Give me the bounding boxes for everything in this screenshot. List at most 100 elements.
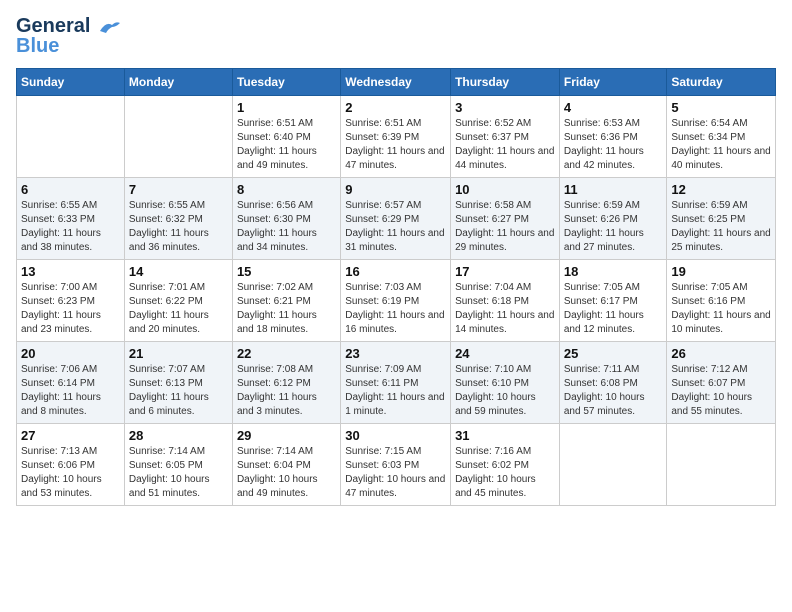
day-info: Sunrise: 7:12 AM Sunset: 6:07 PM Dayligh… xyxy=(671,363,771,419)
calendar-cell: 29 Sunrise: 7:14 AM Sunset: 6:04 PM Dayli… xyxy=(232,424,340,506)
day-info: Sunrise: 7:06 AM Sunset: 6:14 PM Dayligh… xyxy=(21,363,120,419)
day-number: 11 xyxy=(564,182,663,197)
calendar-cell: 1 Sunrise: 6:51 AM Sunset: 6:40 PM Daylig… xyxy=(232,96,340,178)
calendar-week-row: 27 Sunrise: 7:13 AM Sunset: 6:06 PM Dayli… xyxy=(17,424,776,506)
day-info: Sunrise: 6:51 AM Sunset: 6:40 PM Dayligh… xyxy=(237,117,336,173)
logo: General Blue xyxy=(16,16,120,56)
column-header-saturday: Saturday xyxy=(667,69,776,96)
calendar-cell: 22 Sunrise: 7:08 AM Sunset: 6:12 PM Dayli… xyxy=(232,342,340,424)
calendar-cell: 18Sunrise: 7:05 AM Sunset: 6:17 PM Dayli… xyxy=(559,260,667,342)
calendar-cell: 15 Sunrise: 7:02 AM Sunset: 6:21 PM Dayli… xyxy=(232,260,340,342)
day-info: Sunrise: 6:59 AM Sunset: 6:25 PM Dayligh… xyxy=(671,199,771,255)
day-number: 8 xyxy=(237,182,336,197)
calendar-cell: 27 Sunrise: 7:13 AM Sunset: 6:06 PM Dayli… xyxy=(17,424,125,506)
day-number: 28 xyxy=(129,428,228,443)
calendar-cell: 28 Sunrise: 7:14 AM Sunset: 6:05 PM Dayli… xyxy=(124,424,232,506)
day-info: Sunrise: 7:07 AM Sunset: 6:13 PM Dayligh… xyxy=(129,363,228,419)
day-info: Sunrise: 6:51 AM Sunset: 6:39 PM Dayligh… xyxy=(345,117,446,173)
day-info: Sunrise: 6:56 AM Sunset: 6:30 PM Dayligh… xyxy=(237,199,336,255)
day-info: Sunrise: 7:10 AM Sunset: 6:10 PM Dayligh… xyxy=(455,363,555,419)
day-info: Sunrise: 6:57 AM Sunset: 6:29 PM Dayligh… xyxy=(345,199,446,255)
day-number: 15 xyxy=(237,264,336,279)
day-info: Sunrise: 7:16 AM Sunset: 6:02 PM Dayligh… xyxy=(455,445,555,501)
day-number: 25 xyxy=(564,346,663,361)
day-number: 3 xyxy=(455,100,555,115)
day-number: 21 xyxy=(129,346,228,361)
day-info: Sunrise: 7:05 AM Sunset: 6:17 PM Dayligh… xyxy=(564,281,663,337)
day-number: 12 xyxy=(671,182,771,197)
calendar-week-row: 1 Sunrise: 6:51 AM Sunset: 6:40 PM Daylig… xyxy=(17,96,776,178)
day-info: Sunrise: 7:11 AM Sunset: 6:08 PM Dayligh… xyxy=(564,363,663,419)
column-header-sunday: Sunday xyxy=(17,69,125,96)
calendar-cell: 10 Sunrise: 6:58 AM Sunset: 6:27 PM Dayli… xyxy=(451,178,560,260)
day-info: Sunrise: 6:59 AM Sunset: 6:26 PM Dayligh… xyxy=(564,199,663,255)
day-info: Sunrise: 7:00 AM Sunset: 6:23 PM Dayligh… xyxy=(21,281,120,337)
calendar-table: SundayMondayTuesdayWednesdayThursdayFrid… xyxy=(16,68,776,506)
day-info: Sunrise: 6:53 AM Sunset: 6:36 PM Dayligh… xyxy=(564,117,663,173)
calendar-cell: 6 Sunrise: 6:55 AM Sunset: 6:33 PM Daylig… xyxy=(17,178,125,260)
day-info: Sunrise: 6:58 AM Sunset: 6:27 PM Dayligh… xyxy=(455,199,555,255)
calendar-cell: 11 Sunrise: 6:59 AM Sunset: 6:26 PM Dayli… xyxy=(559,178,667,260)
calendar-cell: 20 Sunrise: 7:06 AM Sunset: 6:14 PM Dayli… xyxy=(17,342,125,424)
logo-blue: Blue xyxy=(16,36,59,56)
day-number: 1 xyxy=(237,100,336,115)
calendar-cell: 12 Sunrise: 6:59 AM Sunset: 6:25 PM Dayli… xyxy=(667,178,776,260)
day-info: Sunrise: 7:03 AM Sunset: 6:19 PM Dayligh… xyxy=(345,281,446,337)
calendar-week-row: 13 Sunrise: 7:00 AM Sunset: 6:23 PM Dayli… xyxy=(17,260,776,342)
calendar-week-row: 20 Sunrise: 7:06 AM Sunset: 6:14 PM Dayli… xyxy=(17,342,776,424)
day-info: Sunrise: 7:04 AM Sunset: 6:18 PM Dayligh… xyxy=(455,281,555,337)
day-info: Sunrise: 6:55 AM Sunset: 6:32 PM Dayligh… xyxy=(129,199,228,255)
day-number: 23 xyxy=(345,346,446,361)
day-info: Sunrise: 7:13 AM Sunset: 6:06 PM Dayligh… xyxy=(21,445,120,501)
calendar-cell: 5 Sunrise: 6:54 AM Sunset: 6:34 PM Daylig… xyxy=(667,96,776,178)
column-header-tuesday: Tuesday xyxy=(232,69,340,96)
day-info: Sunrise: 7:08 AM Sunset: 6:12 PM Dayligh… xyxy=(237,363,336,419)
day-number: 4 xyxy=(564,100,663,115)
calendar-cell xyxy=(124,96,232,178)
calendar-cell: 3Sunrise: 6:52 AM Sunset: 6:37 PM Daylig… xyxy=(451,96,560,178)
day-number: 13 xyxy=(21,264,120,279)
logo-general: General xyxy=(16,15,90,37)
day-number: 31 xyxy=(455,428,555,443)
calendar-cell: 24 Sunrise: 7:10 AM Sunset: 6:10 PM Dayli… xyxy=(451,342,560,424)
day-info: Sunrise: 7:14 AM Sunset: 6:04 PM Dayligh… xyxy=(237,445,336,501)
column-header-wednesday: Wednesday xyxy=(341,69,451,96)
day-number: 22 xyxy=(237,346,336,361)
column-header-monday: Monday xyxy=(124,69,232,96)
day-info: Sunrise: 6:54 AM Sunset: 6:34 PM Dayligh… xyxy=(671,117,771,173)
day-number: 10 xyxy=(455,182,555,197)
calendar-cell xyxy=(17,96,125,178)
calendar-cell: 8 Sunrise: 6:56 AM Sunset: 6:30 PM Daylig… xyxy=(232,178,340,260)
day-number: 27 xyxy=(21,428,120,443)
calendar-cell: 31 Sunrise: 7:16 AM Sunset: 6:02 PM Dayli… xyxy=(451,424,560,506)
day-info: Sunrise: 7:02 AM Sunset: 6:21 PM Dayligh… xyxy=(237,281,336,337)
day-number: 6 xyxy=(21,182,120,197)
day-number: 5 xyxy=(671,100,771,115)
calendar-cell: 26 Sunrise: 7:12 AM Sunset: 6:07 PM Dayli… xyxy=(667,342,776,424)
calendar-cell: 17 Sunrise: 7:04 AM Sunset: 6:18 PM Dayli… xyxy=(451,260,560,342)
calendar-cell: 4 Sunrise: 6:53 AM Sunset: 6:36 PM Daylig… xyxy=(559,96,667,178)
calendar-cell: 23 Sunrise: 7:09 AM Sunset: 6:11 PM Dayli… xyxy=(341,342,451,424)
day-number: 2 xyxy=(345,100,446,115)
day-info: Sunrise: 7:15 AM Sunset: 6:03 PM Dayligh… xyxy=(345,445,446,501)
page-header: General Blue xyxy=(16,16,776,56)
column-header-friday: Friday xyxy=(559,69,667,96)
calendar-header: SundayMondayTuesdayWednesdayThursdayFrid… xyxy=(17,69,776,96)
day-info: Sunrise: 7:09 AM Sunset: 6:11 PM Dayligh… xyxy=(345,363,446,419)
day-number: 20 xyxy=(21,346,120,361)
day-number: 26 xyxy=(671,346,771,361)
day-number: 7 xyxy=(129,182,228,197)
calendar-cell xyxy=(559,424,667,506)
day-number: 17 xyxy=(455,264,555,279)
calendar-cell: 7 Sunrise: 6:55 AM Sunset: 6:32 PM Daylig… xyxy=(124,178,232,260)
calendar-week-row: 6 Sunrise: 6:55 AM Sunset: 6:33 PM Daylig… xyxy=(17,178,776,260)
calendar-cell: 2 Sunrise: 6:51 AM Sunset: 6:39 PM Daylig… xyxy=(341,96,451,178)
day-number: 9 xyxy=(345,182,446,197)
day-number: 24 xyxy=(455,346,555,361)
day-info: Sunrise: 7:14 AM Sunset: 6:05 PM Dayligh… xyxy=(129,445,228,501)
day-info: Sunrise: 6:55 AM Sunset: 6:33 PM Dayligh… xyxy=(21,199,120,255)
calendar-cell: 19Sunrise: 7:05 AM Sunset: 6:16 PM Dayli… xyxy=(667,260,776,342)
day-number: 29 xyxy=(237,428,336,443)
column-header-thursday: Thursday xyxy=(451,69,560,96)
calendar-cell: 13 Sunrise: 7:00 AM Sunset: 6:23 PM Dayli… xyxy=(17,260,125,342)
